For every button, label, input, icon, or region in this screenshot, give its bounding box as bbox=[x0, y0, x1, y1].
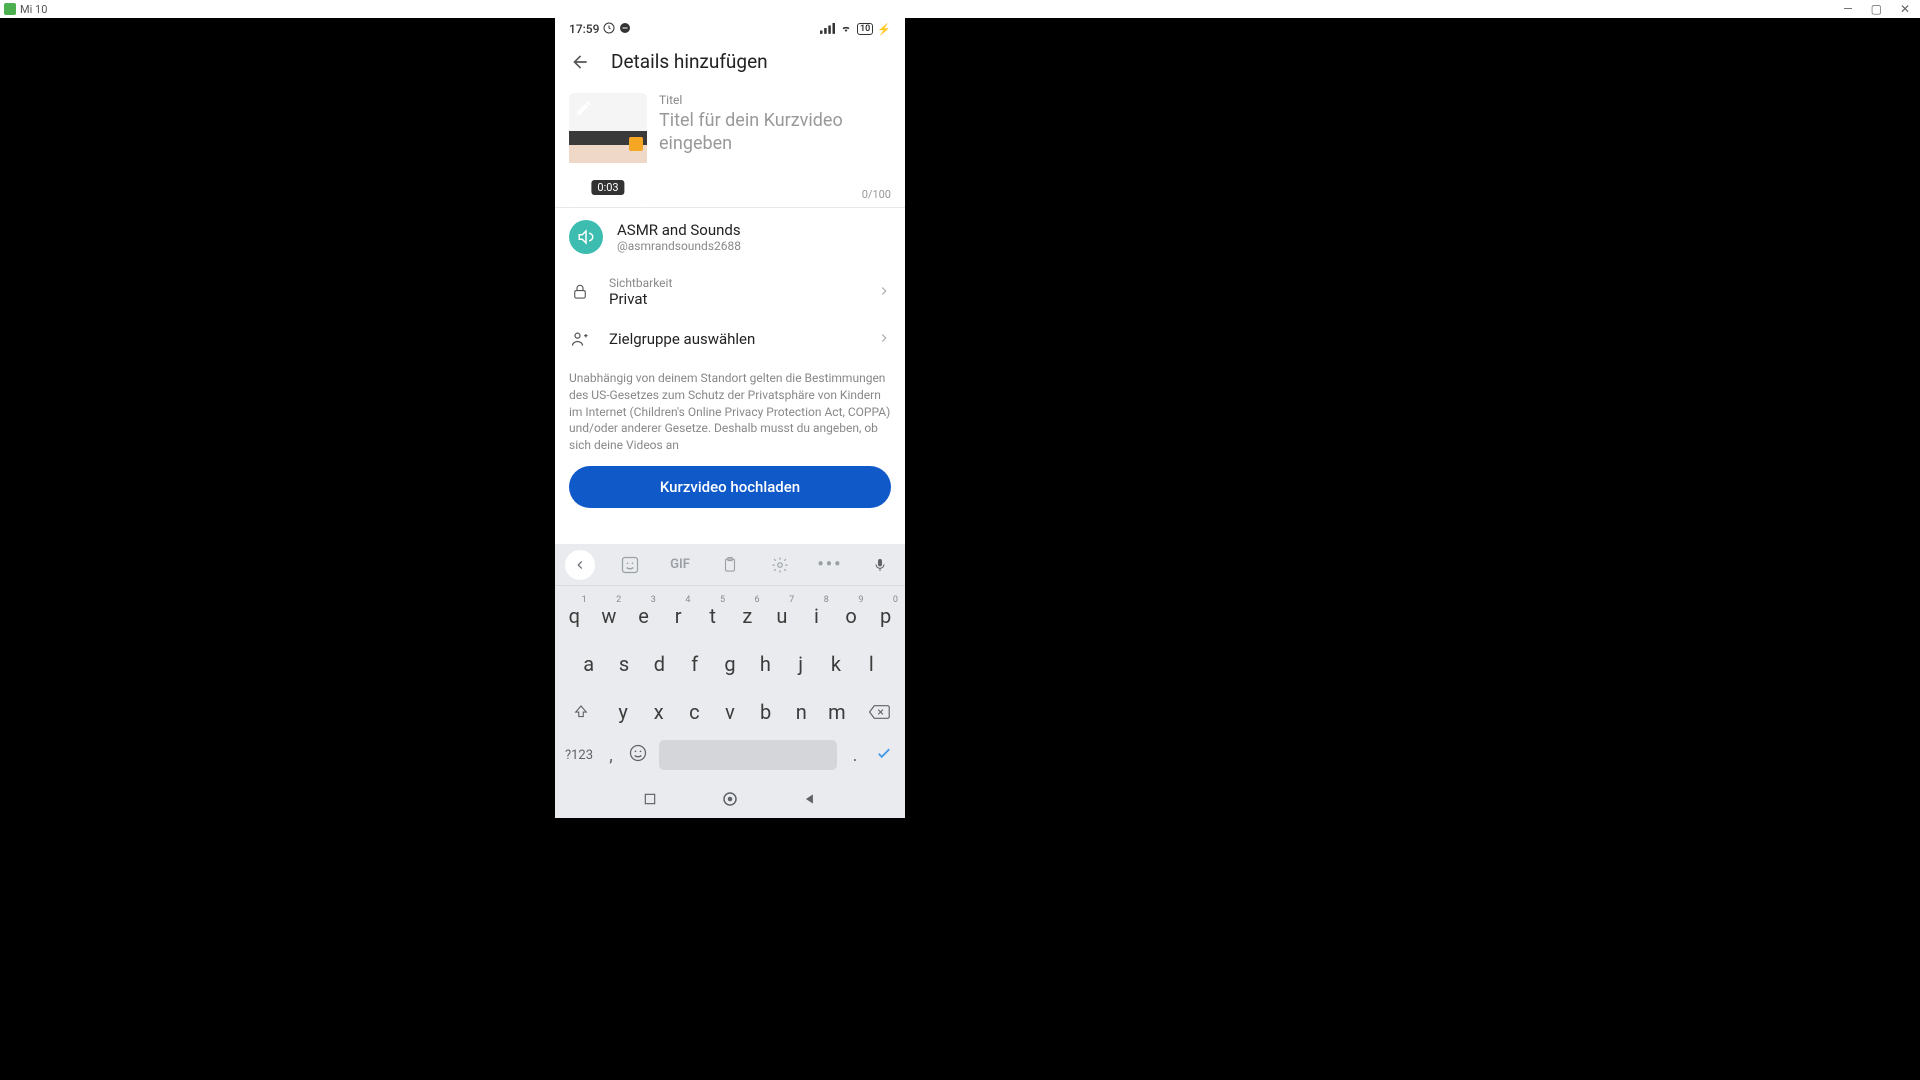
backspace-key[interactable] bbox=[856, 690, 902, 734]
keyboard-row-3: yxcvbnm bbox=[557, 688, 903, 736]
lock-icon bbox=[569, 281, 591, 303]
android-nav-bar bbox=[555, 780, 905, 818]
status-sync-icon bbox=[603, 22, 615, 37]
key-r[interactable]: r4 bbox=[662, 594, 695, 638]
symbols-key[interactable]: ?123 bbox=[559, 748, 599, 763]
enter-key[interactable] bbox=[867, 744, 901, 766]
battery-icon: 10 bbox=[857, 23, 873, 35]
signal-icon bbox=[820, 22, 835, 37]
visibility-label: Sichtbarkeit bbox=[609, 276, 859, 290]
key-o[interactable]: o9 bbox=[835, 594, 868, 638]
kb-settings-icon[interactable] bbox=[765, 550, 795, 580]
kb-more-icon[interactable]: ••• bbox=[815, 550, 845, 580]
phone-frame: 17:59 10 ⚡ Details hinzufügen bbox=[555, 18, 905, 818]
key-m[interactable]: m bbox=[820, 690, 854, 734]
key-y[interactable]: y bbox=[606, 690, 640, 734]
key-c[interactable]: c bbox=[678, 690, 712, 734]
key-d[interactable]: d bbox=[643, 642, 676, 686]
channel-name: ASMR and Sounds bbox=[617, 221, 741, 239]
key-n[interactable]: n bbox=[784, 690, 818, 734]
chevron-right-icon bbox=[877, 283, 891, 302]
back-button[interactable] bbox=[569, 51, 591, 73]
thumbnail-tag-icon bbox=[629, 137, 643, 151]
video-thumbnail[interactable]: 0:03 bbox=[569, 93, 647, 201]
page-title: Details hinzufügen bbox=[611, 50, 768, 73]
key-j[interactable]: j bbox=[784, 642, 817, 686]
kb-gif-button[interactable]: GIF bbox=[665, 550, 695, 580]
window-controls: — ▢ ✕ bbox=[1843, 2, 1916, 16]
shift-key[interactable] bbox=[558, 690, 604, 734]
channel-row[interactable]: ASMR and Sounds @asmrandsounds2688 bbox=[555, 208, 905, 266]
key-l[interactable]: l bbox=[855, 642, 888, 686]
charging-icon: ⚡ bbox=[877, 23, 891, 36]
nav-back-button[interactable] bbox=[800, 789, 820, 809]
edit-thumbnail-icon[interactable] bbox=[575, 99, 593, 117]
key-u[interactable]: u7 bbox=[766, 594, 799, 638]
status-bar: 17:59 10 ⚡ bbox=[555, 18, 905, 40]
key-a[interactable]: a bbox=[572, 642, 605, 686]
keyboard-toolbar: GIF ••• bbox=[555, 544, 905, 586]
kb-clipboard-icon[interactable] bbox=[715, 550, 745, 580]
status-dnd-icon bbox=[619, 22, 631, 37]
key-b[interactable]: b bbox=[749, 690, 783, 734]
chevron-right-icon bbox=[877, 330, 891, 349]
key-z[interactable]: z6 bbox=[731, 594, 764, 638]
keyboard: GIF ••• q1w2e3r4t5z6u7i8o9p0 asdfghjkl y… bbox=[555, 544, 905, 780]
title-section: 0:03 Titel Titel für dein Kurzvideo eing… bbox=[555, 83, 905, 208]
key-w[interactable]: w2 bbox=[593, 594, 626, 638]
page-header: Details hinzufügen bbox=[555, 40, 905, 83]
app-icon bbox=[4, 3, 16, 15]
key-v[interactable]: v bbox=[713, 690, 747, 734]
audience-label: Zielgruppe auswählen bbox=[609, 330, 859, 348]
visibility-value: Privat bbox=[609, 290, 859, 308]
title-char-count: 0/100 bbox=[659, 188, 891, 201]
emoji-key[interactable] bbox=[623, 743, 653, 768]
key-k[interactable]: k bbox=[819, 642, 852, 686]
kb-sticker-icon[interactable] bbox=[615, 550, 645, 580]
coppa-disclaimer: Unabhängig von deinem Standort gelten di… bbox=[555, 360, 905, 458]
period-key[interactable]: . bbox=[843, 745, 867, 766]
channel-avatar bbox=[569, 220, 603, 254]
keyboard-row-2: asdfghjkl bbox=[557, 640, 903, 688]
title-input[interactable]: Titel für dein Kurzvideo eingeben bbox=[659, 109, 891, 184]
nav-home-button[interactable] bbox=[720, 789, 740, 809]
kb-back-icon[interactable] bbox=[565, 550, 595, 580]
window-titlebar: Mi 10 — ▢ ✕ bbox=[0, 0, 1920, 18]
nav-recent-button[interactable] bbox=[640, 789, 660, 809]
upload-button[interactable]: Kurzvideo hochladen bbox=[569, 466, 891, 508]
channel-handle: @asmrandsounds2688 bbox=[617, 239, 741, 253]
keyboard-row-1: q1w2e3r4t5z6u7i8o9p0 bbox=[557, 592, 903, 640]
close-button[interactable]: ✕ bbox=[1900, 2, 1910, 16]
wifi-icon bbox=[839, 22, 853, 37]
key-h[interactable]: h bbox=[749, 642, 782, 686]
title-field-label: Titel bbox=[659, 93, 891, 107]
audience-icon bbox=[569, 328, 591, 350]
key-e[interactable]: e3 bbox=[627, 594, 660, 638]
key-t[interactable]: t5 bbox=[696, 594, 729, 638]
maximize-button[interactable]: ▢ bbox=[1871, 2, 1882, 16]
key-i[interactable]: i8 bbox=[800, 594, 833, 638]
key-q[interactable]: q1 bbox=[558, 594, 591, 638]
key-f[interactable]: f bbox=[678, 642, 711, 686]
minimize-button[interactable]: — bbox=[1843, 2, 1852, 16]
key-g[interactable]: g bbox=[713, 642, 746, 686]
visibility-row[interactable]: Sichtbarkeit Privat bbox=[555, 266, 905, 318]
keyboard-bottom-row: ?123 , . bbox=[555, 736, 905, 780]
audience-row[interactable]: Zielgruppe auswählen bbox=[555, 318, 905, 360]
window-title: Mi 10 bbox=[20, 3, 47, 16]
key-p[interactable]: p0 bbox=[869, 594, 902, 638]
comma-key[interactable]: , bbox=[599, 745, 623, 766]
key-x[interactable]: x bbox=[642, 690, 676, 734]
key-s[interactable]: s bbox=[607, 642, 640, 686]
spacebar-key[interactable] bbox=[659, 740, 837, 770]
kb-mic-icon[interactable] bbox=[865, 550, 895, 580]
status-time: 17:59 bbox=[569, 22, 599, 36]
video-duration: 0:03 bbox=[591, 180, 624, 195]
